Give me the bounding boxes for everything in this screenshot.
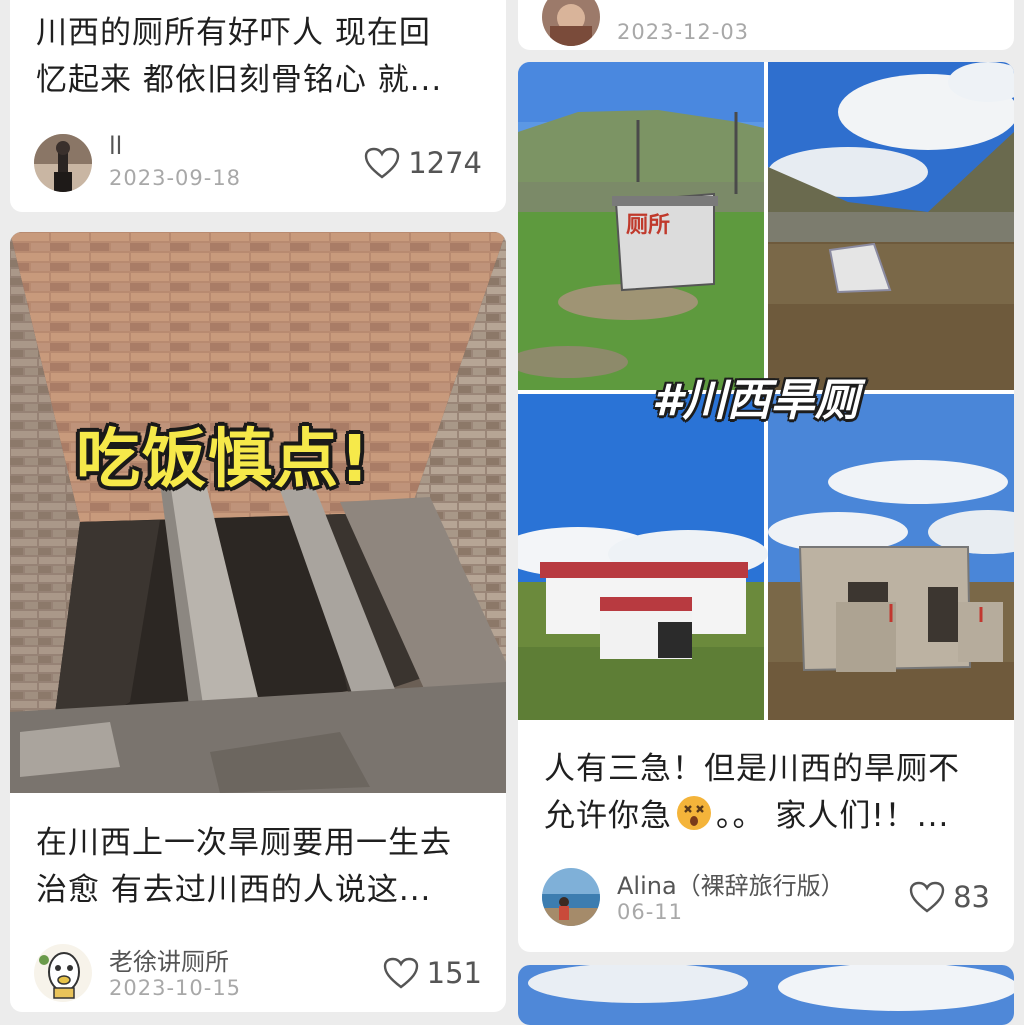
post-meta: Alina（裸辞旅行版） 06-11 83 [542, 868, 994, 938]
avatar-person-icon [542, 0, 600, 46]
author-name[interactable]: 老徐讲厕所 [109, 942, 229, 977]
like-button[interactable]: 151 [383, 956, 482, 990]
avatar-cartoon-icon [34, 944, 92, 1002]
like-button[interactable]: 83 [909, 880, 990, 914]
post-card[interactable]: 厕所 #川西旱厕 人有三急！但是川西的旱厕不 允许你急 。。 家人们!！... [518, 62, 1014, 952]
image-hashtag: #川西旱厕 [652, 375, 859, 426]
post-date: 2023-09-18 [109, 166, 242, 190]
heart-icon [364, 147, 400, 179]
like-button[interactable]: 1274 [364, 146, 482, 180]
sky-photo [518, 965, 1014, 1025]
post-date: 06-11 [617, 900, 684, 924]
author-name[interactable]: ll [109, 132, 122, 160]
post-image[interactable]: 吃饭慎点! [10, 232, 506, 793]
like-count: 1274 [408, 146, 482, 180]
post-title: 在川西上一次旱厕要用一生去 治愈 有去过川西的人说这... [36, 825, 452, 908]
post-date: 2023-12-03 [617, 20, 750, 44]
post-card[interactable]: 川西的厕所有好吓人 现在回 忆起来 都依旧刻骨铭心 就... ll 2023-0… [10, 0, 506, 212]
avatar-landscape-icon [542, 868, 600, 926]
avatar[interactable] [34, 944, 92, 1002]
image-overlay-text: 吃饭慎点! [76, 423, 372, 497]
post-title: 川西的厕所有好吓人 现在回 忆起来 都依旧刻骨铭心 就... [36, 15, 443, 98]
avatar[interactable] [34, 134, 92, 192]
author-name[interactable]: Alina（裸辞旅行版） [617, 866, 845, 901]
avatar-person-icon [34, 134, 92, 192]
feed-column-right: 2023-12-03 厕所 #川西旱厕 人有三急！但是川西的旱厕不 允许你急 。… [518, 0, 1014, 1025]
heart-icon [383, 957, 418, 989]
cabin-sign-text: 厕所 [626, 213, 671, 238]
avatar[interactable] [542, 868, 600, 926]
like-count: 83 [953, 880, 990, 914]
post-meta: ll 2023-09-18 1274 [34, 132, 486, 204]
post-title: 人有三急！但是川西的旱厕不 允许你急 。。 家人们!！... [544, 751, 960, 834]
post-card[interactable]: 吃饭慎点! 在川西上一次旱厕要用一生去 治愈 有去过川西的人说这... 老徐讲厕… [10, 232, 506, 1012]
post-card[interactable]: 2023-12-03 [518, 0, 1014, 50]
avatar[interactable] [542, 0, 600, 46]
heart-icon [909, 881, 945, 913]
post-meta: 老徐讲厕所 2023-10-15 151 [34, 944, 486, 1012]
post-image[interactable]: 厕所 #川西旱厕 [518, 62, 1014, 720]
post-card[interactable] [518, 965, 1014, 1025]
feed-column-left: 川西的厕所有好吓人 现在回 忆起来 都依旧刻骨铭心 就... ll 2023-0… [10, 0, 506, 1012]
dizzy-face-emoji [676, 795, 712, 831]
post-date: 2023-10-15 [109, 976, 242, 1000]
like-count: 151 [426, 956, 482, 990]
latrine-photo [10, 232, 506, 793]
post-image[interactable] [518, 965, 1014, 1025]
post-meta: 2023-12-03 [542, 0, 994, 50]
